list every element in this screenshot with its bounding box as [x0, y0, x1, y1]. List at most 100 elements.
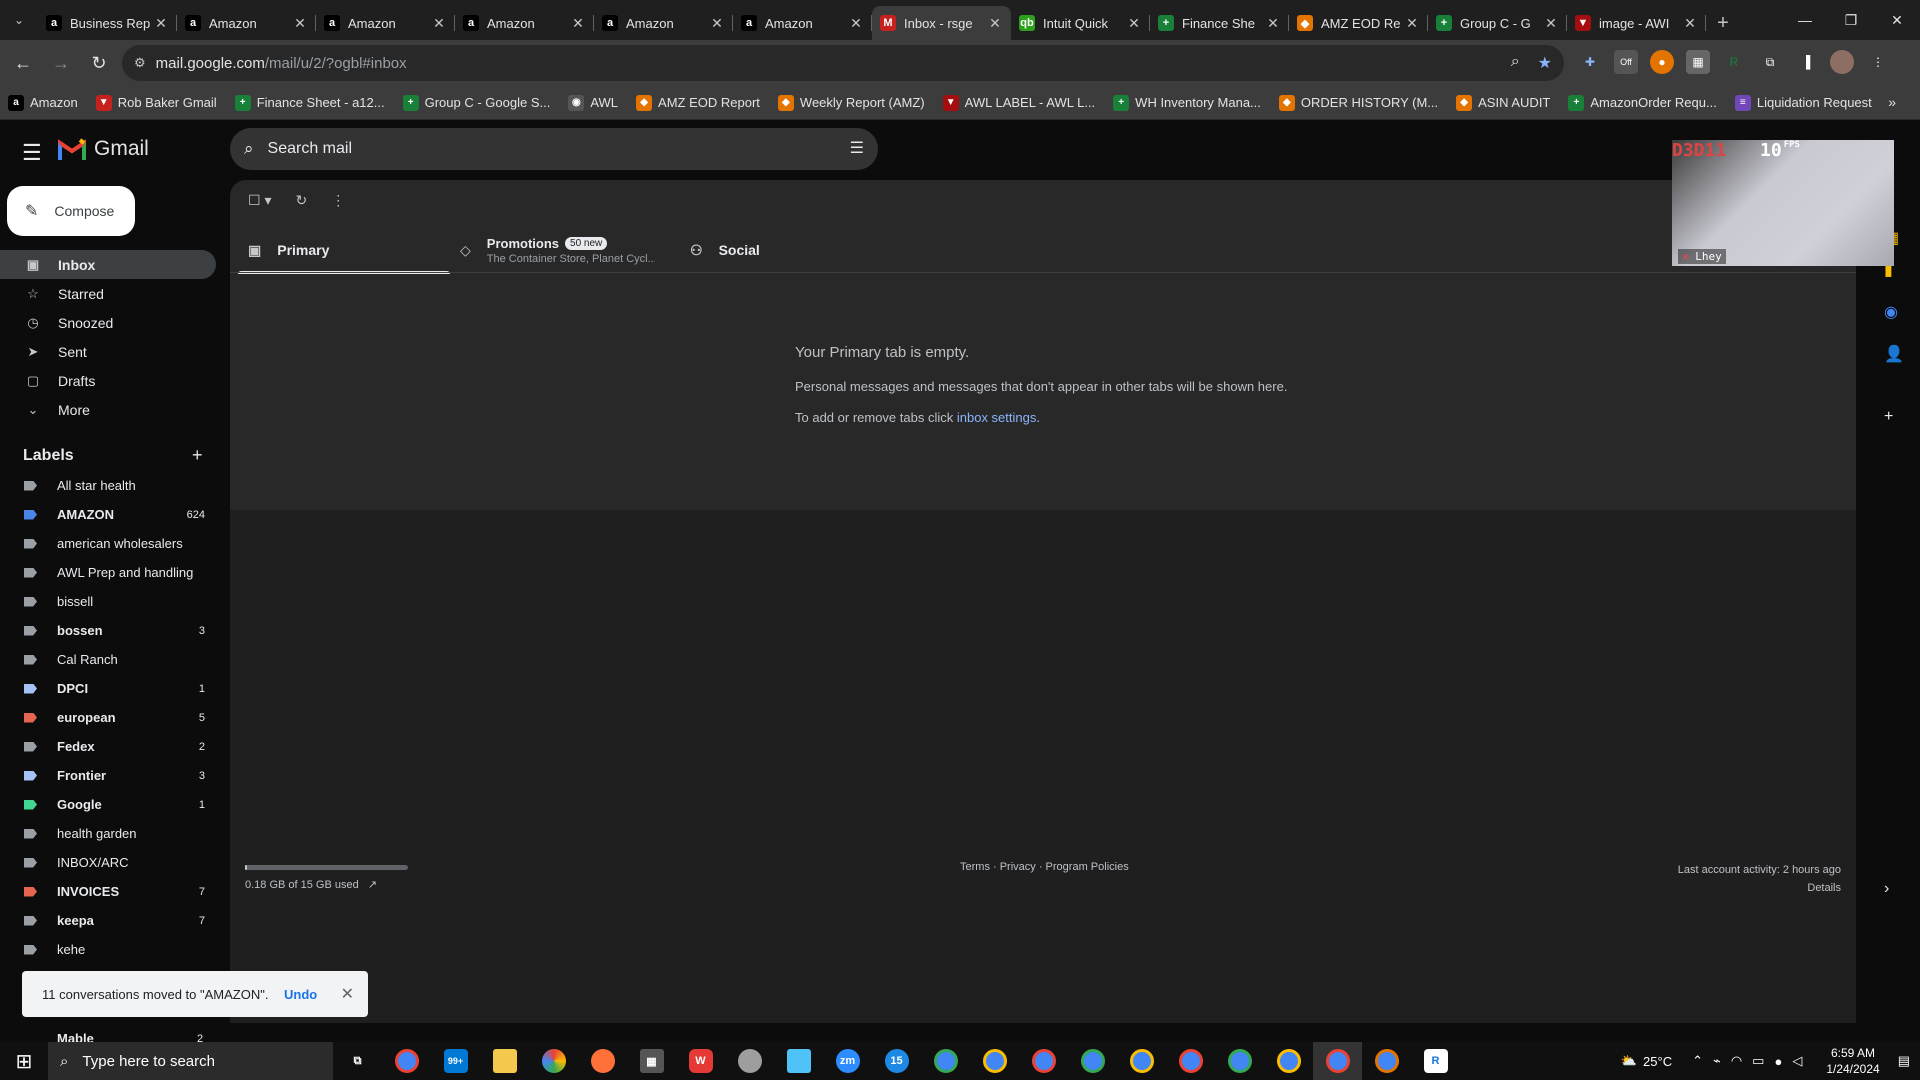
- details-link[interactable]: Details: [1678, 879, 1841, 897]
- show-side-panel-icon[interactable]: ›: [1884, 880, 1889, 898]
- chrome-taskbar-icon[interactable]: [1019, 1049, 1068, 1073]
- nav-item-more[interactable]: ⌄ More: [0, 395, 216, 424]
- label-item[interactable]: INBOX/ARC: [0, 848, 216, 877]
- browser-tab[interactable]: ◆ AMZ EOD Re ✕: [1289, 6, 1428, 40]
- bookmark-star-icon[interactable]: ★: [1538, 53, 1552, 73]
- browser-tab[interactable]: a Amazon ✕: [455, 6, 594, 40]
- label-item[interactable]: INVOICES 7: [0, 877, 216, 906]
- add-label-icon[interactable]: +: [192, 445, 203, 466]
- close-tab-icon[interactable]: ✕: [431, 15, 447, 32]
- reload-button[interactable]: ↻: [84, 53, 114, 74]
- back-button[interactable]: ←: [8, 53, 38, 74]
- more-options-icon[interactable]: ⋮: [331, 192, 345, 209]
- chrome-taskbar-icon[interactable]: [1264, 1049, 1313, 1073]
- label-item[interactable]: kehe: [0, 935, 216, 964]
- browser-menu-icon[interactable]: ⋮: [1866, 50, 1890, 74]
- tab-promotions[interactable]: ◇ Promotions 50 new The Container Store, …: [450, 228, 680, 272]
- browser-tab[interactable]: + Finance She ✕: [1150, 6, 1289, 40]
- chrome-taskbar-icon[interactable]: [382, 1049, 431, 1073]
- site-info-icon[interactable]: ⚙: [134, 55, 146, 71]
- close-tab-icon[interactable]: ✕: [987, 15, 1003, 32]
- gmail-logo[interactable]: Gmail: [58, 137, 149, 161]
- bookmark-item[interactable]: ≡ Liquidation Request: [1734, 94, 1872, 111]
- label-item[interactable]: AMAZON 624: [0, 500, 216, 529]
- app-taskbar-icon[interactable]: R: [1411, 1049, 1460, 1073]
- forward-button[interactable]: →: [46, 53, 76, 74]
- tab-primary[interactable]: ▣ Primary: [238, 228, 450, 274]
- close-tab-icon[interactable]: ✕: [848, 15, 864, 32]
- bookmark-item[interactable]: ▼ AWL LABEL - AWL L...: [942, 94, 1095, 111]
- chrome-taskbar-icon[interactable]: [1166, 1049, 1215, 1073]
- close-icon[interactable]: ✕: [341, 984, 354, 1004]
- label-item[interactable]: american wholesalers: [0, 529, 216, 558]
- profile-avatar[interactable]: [1830, 50, 1854, 74]
- taskbar-search[interactable]: ⌕ Type here to search: [48, 1042, 333, 1080]
- select-checkbox-icon[interactable]: ☐ ▾: [248, 192, 271, 209]
- close-tab-icon[interactable]: ✕: [570, 15, 586, 32]
- search-mail-bar[interactable]: ⌕ Search mail ☰: [230, 128, 878, 170]
- zoom-taskbar-icon[interactable]: zm: [823, 1049, 872, 1073]
- chrome-taskbar-icon[interactable]: [1215, 1049, 1264, 1073]
- tab-search-button[interactable]: ⌄: [0, 0, 38, 40]
- bookmark-item[interactable]: + WH Inventory Mana...: [1113, 94, 1261, 111]
- mail-taskbar-icon[interactable]: 99+: [431, 1049, 480, 1073]
- inbox-settings-link[interactable]: inbox settings: [957, 410, 1037, 425]
- file-explorer-icon[interactable]: [480, 1049, 529, 1073]
- close-tab-icon[interactable]: ✕: [1543, 15, 1559, 32]
- extension-icon[interactable]: ●: [1650, 50, 1674, 74]
- browser-tab[interactable]: + Group C - G ✕: [1428, 6, 1567, 40]
- app-taskbar-icon[interactable]: [774, 1049, 823, 1073]
- tab-social[interactable]: ⚇ Social: [680, 228, 880, 272]
- bookmark-item[interactable]: ◆ AMZ EOD Report: [636, 94, 760, 111]
- bookmark-item[interactable]: + Finance Sheet - a12...: [234, 94, 385, 111]
- close-tab-icon[interactable]: ✕: [153, 15, 169, 32]
- close-tab-icon[interactable]: ✕: [1126, 15, 1142, 32]
- close-tab-icon[interactable]: ✕: [1265, 15, 1281, 32]
- browser-tab[interactable]: a Amazon ✕: [177, 6, 316, 40]
- bookmarks-overflow-icon[interactable]: »: [1888, 94, 1896, 110]
- zoom-icon[interactable]: ⌕: [1511, 53, 1520, 73]
- bookmark-item[interactable]: ◆ Weekly Report (AMZ): [777, 94, 925, 111]
- battery-icon[interactable]: ▭: [1752, 1053, 1764, 1069]
- chrome-taskbar-icon[interactable]: [1068, 1049, 1117, 1073]
- side-panel-icon[interactable]: ▐: [1794, 50, 1818, 74]
- extension-icon[interactable]: ▦: [1686, 50, 1710, 74]
- browser-tab[interactable]: ▼ image - AWI ✕: [1567, 6, 1706, 40]
- get-addons-icon[interactable]: +: [1884, 408, 1893, 426]
- label-item[interactable]: Frontier 3: [0, 761, 216, 790]
- label-item[interactable]: keepa 7: [0, 906, 216, 935]
- nav-item-snoozed[interactable]: ◷ Snoozed: [0, 308, 216, 337]
- extension-off-icon[interactable]: Off: [1614, 50, 1638, 74]
- network-icon[interactable]: ⌁: [1713, 1053, 1721, 1069]
- label-item[interactable]: Cal Ranch: [0, 645, 216, 674]
- firefox-taskbar-icon[interactable]: [578, 1049, 627, 1073]
- close-tab-icon[interactable]: ✕: [1682, 15, 1698, 32]
- restore-button[interactable]: ❐: [1828, 0, 1874, 40]
- chrome-taskbar-icon[interactable]: [921, 1049, 970, 1073]
- nav-item-sent[interactable]: ➤ Sent: [0, 337, 216, 366]
- close-tab-icon[interactable]: ✕: [1404, 15, 1420, 32]
- label-item[interactable]: AWL Prep and handling: [0, 558, 216, 587]
- nav-item-inbox[interactable]: ▣ Inbox: [0, 250, 216, 279]
- chrome-taskbar-icon[interactable]: [1362, 1049, 1411, 1073]
- label-item[interactable]: european 5: [0, 703, 216, 732]
- label-item[interactable]: bossen 3: [0, 616, 216, 645]
- taskbar-search-input[interactable]: Type here to search: [82, 1053, 215, 1070]
- browser-tab[interactable]: a Business Rep ✕: [38, 6, 177, 40]
- bookmark-item[interactable]: ▼ Rob Baker Gmail: [95, 94, 217, 111]
- chrome-taskbar-icon[interactable]: [970, 1049, 1019, 1073]
- calculator-taskbar-icon[interactable]: ▦: [627, 1049, 676, 1073]
- extension-icon[interactable]: R: [1722, 50, 1746, 74]
- external-link-icon[interactable]: ↗: [368, 879, 377, 891]
- browser-tab[interactable]: qb Intuit Quick ✕: [1011, 6, 1150, 40]
- label-item[interactable]: All star health: [0, 471, 216, 500]
- volume-icon[interactable]: ◁: [1792, 1053, 1802, 1069]
- bookmark-item[interactable]: a Amazon: [8, 94, 78, 111]
- extensions-puzzle-icon[interactable]: ⧉: [1758, 50, 1782, 74]
- footer-links[interactable]: Terms · Privacy · Program Policies: [960, 861, 1129, 873]
- label-item[interactable]: DPCI 1: [0, 674, 216, 703]
- app-taskbar-icon[interactable]: [725, 1049, 774, 1073]
- label-item[interactable]: health garden: [0, 819, 216, 848]
- search-input[interactable]: Search mail: [268, 140, 352, 158]
- browser-tab[interactable]: a Amazon ✕: [316, 6, 455, 40]
